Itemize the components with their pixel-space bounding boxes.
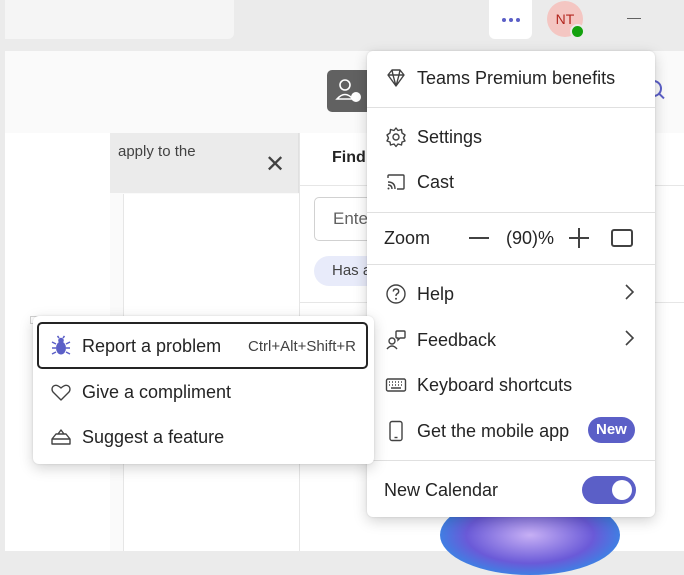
menu-item-label: Settings xyxy=(417,126,483,147)
presence-available-icon xyxy=(570,24,585,39)
heart-icon xyxy=(49,380,73,404)
submenu-item-label: Give a compliment xyxy=(82,381,232,402)
submenu-item-suggest-feature[interactable]: Suggest a feature xyxy=(33,420,374,454)
filter-pill-label: Has a xyxy=(332,262,372,279)
menu-item-keyboard-shortcuts[interactable]: Keyboard shortcuts xyxy=(367,368,655,402)
menu-item-label: Get the mobile app xyxy=(417,420,570,441)
search-box[interactable] xyxy=(5,0,234,39)
submenu-item-report-problem[interactable]: Report a problem Ctrl+Alt+Shift+R xyxy=(33,329,374,363)
menu-item-cast[interactable]: Cast xyxy=(367,165,655,199)
feedback-icon xyxy=(384,328,408,352)
cast-icon xyxy=(384,170,408,194)
fit-screen-icon[interactable] xyxy=(611,229,633,247)
new-badge: New xyxy=(588,417,635,443)
menu-separator xyxy=(367,460,655,461)
menu-item-label: Help xyxy=(417,283,455,304)
menu-item-feedback[interactable]: Feedback xyxy=(367,323,655,357)
gear-icon xyxy=(384,125,408,149)
submenu-item-label: Report a problem xyxy=(82,335,222,356)
menu-separator xyxy=(367,107,655,108)
feedback-submenu: Report a problem Ctrl+Alt+Shift+R Give a… xyxy=(33,316,374,464)
menu-item-settings[interactable]: Settings xyxy=(367,120,655,154)
help-icon xyxy=(384,282,408,306)
menu-item-label: Keyboard shortcuts xyxy=(417,374,573,395)
more-options-button[interactable] xyxy=(489,0,532,39)
close-icon[interactable]: ✕ xyxy=(265,153,285,177)
menu-item-label: Cast xyxy=(417,171,455,192)
find-input-placeholder: Ente xyxy=(333,209,368,228)
bug-icon xyxy=(49,334,73,358)
minimize-icon[interactable] xyxy=(627,18,641,19)
chevron-right-icon xyxy=(623,329,635,352)
menu-separator xyxy=(367,264,655,265)
diamond-icon xyxy=(384,66,408,90)
menu-item-label: New Calendar xyxy=(384,479,499,500)
zoom-out-icon[interactable] xyxy=(469,237,489,239)
chevron-right-icon xyxy=(623,283,635,306)
menu-item-label: Feedback xyxy=(417,329,497,350)
menu-separator xyxy=(367,212,655,213)
submenu-item-label: Suggest a feature xyxy=(82,426,225,447)
zoom-value: (90)% xyxy=(506,228,555,248)
zoom-in-icon[interactable] xyxy=(569,228,589,248)
people-icon xyxy=(335,79,361,102)
menu-item-label: Teams Premium benefits xyxy=(417,67,616,88)
settings-and-more-menu: Teams Premium benefits Settings Cast Zoo… xyxy=(367,51,655,517)
avatar-initials: NT xyxy=(555,11,575,27)
report-shortcut: Ctrl+Alt+Shift+R xyxy=(248,337,356,355)
banner-text: apply to the xyxy=(118,143,196,160)
people-button[interactable] xyxy=(327,70,372,112)
menu-item-help[interactable]: Help xyxy=(367,277,655,311)
info-banner: apply to the ✕ xyxy=(110,133,299,193)
submenu-item-give-compliment[interactable]: Give a compliment xyxy=(33,375,374,409)
zoom-label: Zoom xyxy=(384,228,431,248)
toggle-knob xyxy=(612,480,632,500)
phone-icon xyxy=(384,419,408,443)
lightbox-icon xyxy=(49,425,73,449)
menu-item-premium[interactable]: Teams Premium benefits xyxy=(367,61,655,95)
find-heading: Find xyxy=(332,149,366,166)
keyboard-icon xyxy=(384,373,408,397)
new-calendar-toggle[interactable] xyxy=(582,476,636,504)
